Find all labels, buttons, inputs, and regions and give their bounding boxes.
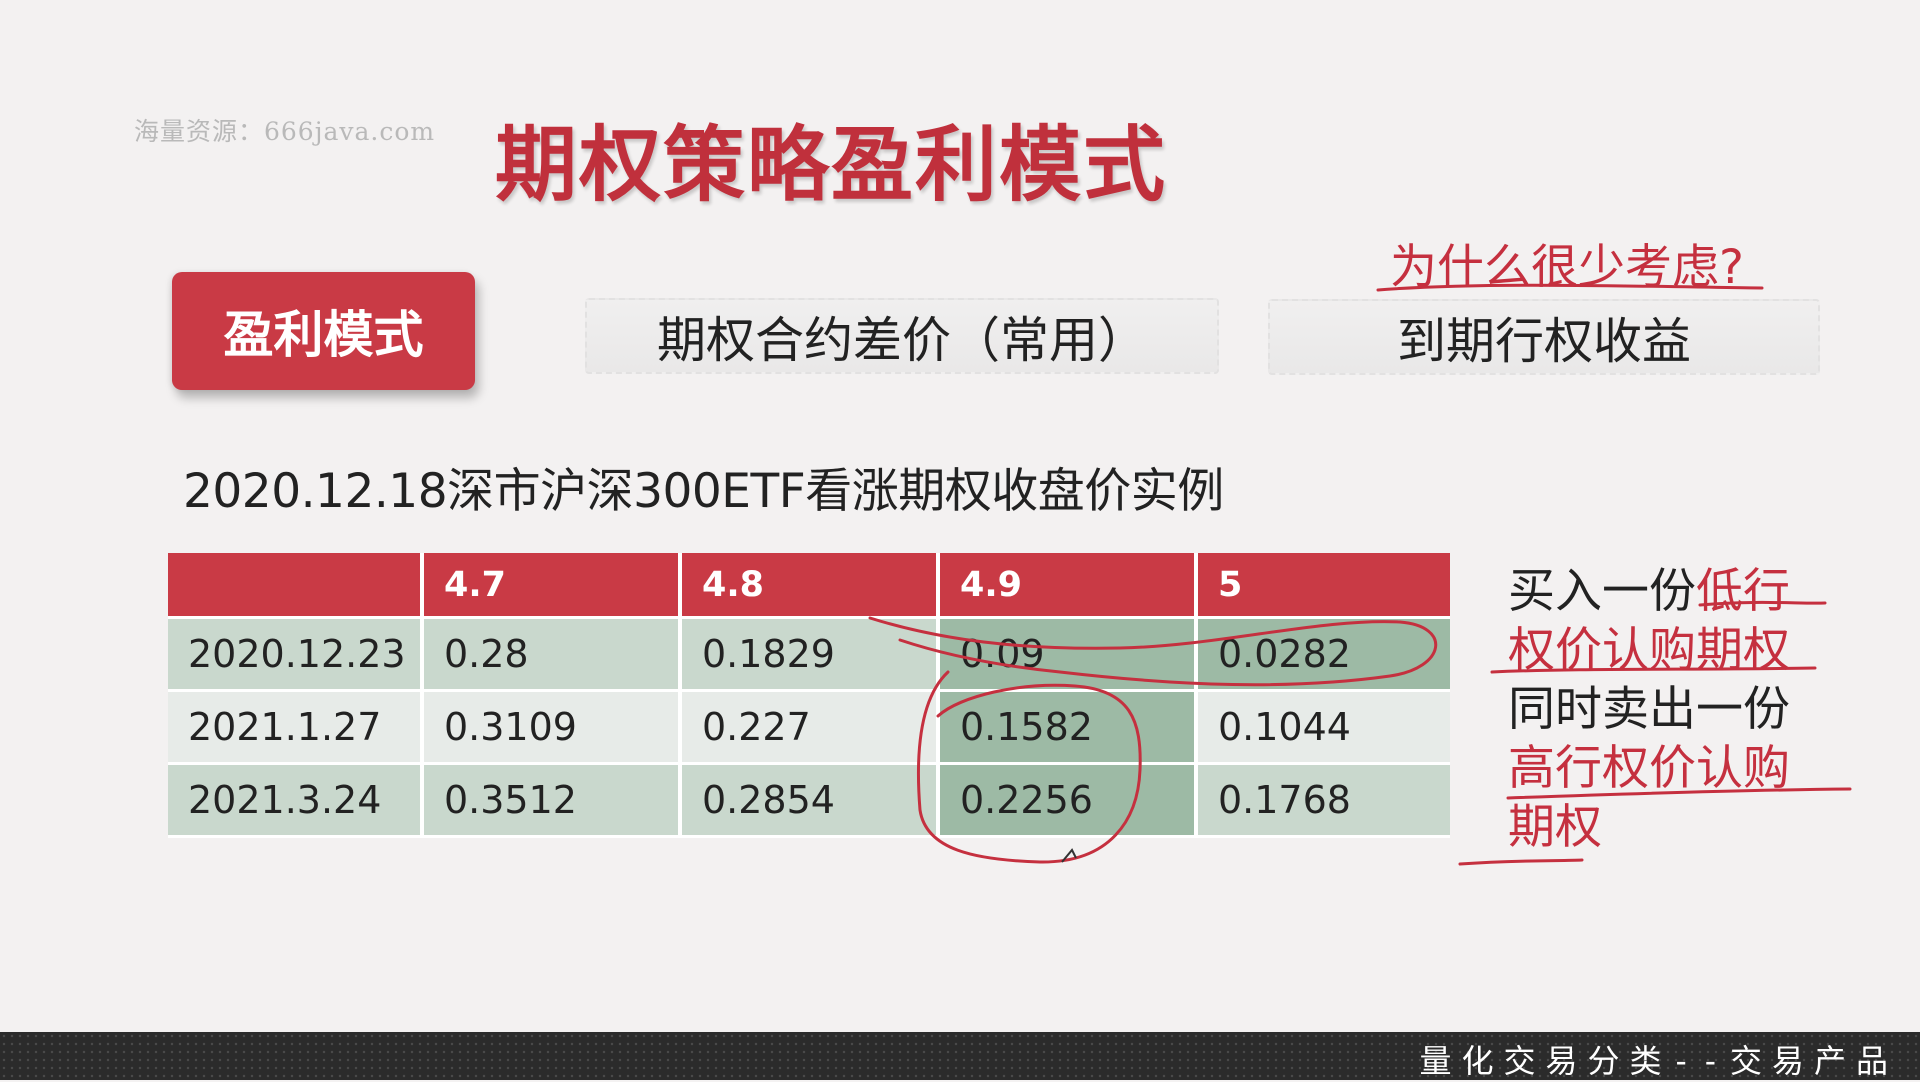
note-highlight: 高行权价认购 <box>1508 741 1790 796</box>
note-highlight: 期权 <box>1508 800 1602 855</box>
price-cell: 0.0282 <box>1196 617 1450 692</box>
note-highlight: 权价认购期权 <box>1508 623 1790 678</box>
price-cell: 0.1582 <box>938 690 1198 765</box>
watermark: 海量资源：666java.com <box>134 117 436 146</box>
table-row: 2021.1.27 0.3109 0.227 0.1582 0.1044 <box>168 690 1450 765</box>
profit-mode-button[interactable]: 盈利模式 <box>172 272 475 390</box>
option-exercise-income[interactable]: 到期行权收益 <box>1268 299 1820 375</box>
price-cell: 0.3109 <box>422 690 682 765</box>
header-cell-strike-4-7: 4.7 <box>422 553 682 619</box>
date-cell: 2021.1.27 <box>168 690 424 765</box>
price-cell: 0.3512 <box>422 763 682 838</box>
header-cell-strike-5: 5 <box>1196 553 1450 619</box>
price-cell: 0.28 <box>422 617 682 692</box>
header-cell-strike-4-9: 4.9 <box>938 553 1198 619</box>
table-header-row: 4.7 4.8 4.9 5 <box>168 553 1450 619</box>
price-cell: 0.1044 <box>1196 690 1450 765</box>
option-contract-spread[interactable]: 期权合约差价（常用） <box>585 298 1219 374</box>
slide: 海量资源：666java.com 期权策略盈利模式 盈利模式 期权合约差价（常用… <box>0 0 1920 1032</box>
table-row: 2020.12.23 0.28 0.1829 0.09 0.0282 <box>168 617 1450 692</box>
option-price-table: 4.7 4.8 4.9 5 2020.12.23 0.28 0.1829 0.0… <box>168 553 1450 838</box>
price-cell: 0.1768 <box>1196 763 1450 838</box>
header-cell <box>168 553 424 619</box>
date-cell: 2020.12.23 <box>168 617 424 692</box>
price-cell: 0.2854 <box>680 763 940 838</box>
price-cell: 0.09 <box>938 617 1198 692</box>
note-highlight: 低行 <box>1696 564 1790 619</box>
note-text: 买入一份 <box>1508 564 1696 619</box>
handwritten-question-annotation: 为什么很少考虑? <box>1390 240 1744 295</box>
header-cell-strike-4-8: 4.8 <box>680 553 940 619</box>
note-text: 同时卖出一份 <box>1508 682 1790 737</box>
slide-title: 期权策略盈利模式 <box>495 118 1168 213</box>
table-row: 2021.3.24 0.3512 0.2854 0.2256 0.1768 <box>168 763 1450 838</box>
date-cell: 2021.3.24 <box>168 763 424 838</box>
price-cell: 0.2256 <box>938 763 1198 838</box>
price-cell: 0.227 <box>680 690 940 765</box>
price-cell: 0.1829 <box>680 617 940 692</box>
strategy-note: 买入一份低行 权价认购期权 同时卖出一份 高行权价认购 期权 <box>1508 562 1790 857</box>
footer-caption: 量化交易分类--交易产品 <box>1419 1042 1898 1080</box>
table-caption: 2020.12.18深市沪深300ETF看涨期权收盘价实例 <box>183 464 1224 519</box>
footer-bar: 量化交易分类--交易产品 <box>0 1032 1920 1080</box>
